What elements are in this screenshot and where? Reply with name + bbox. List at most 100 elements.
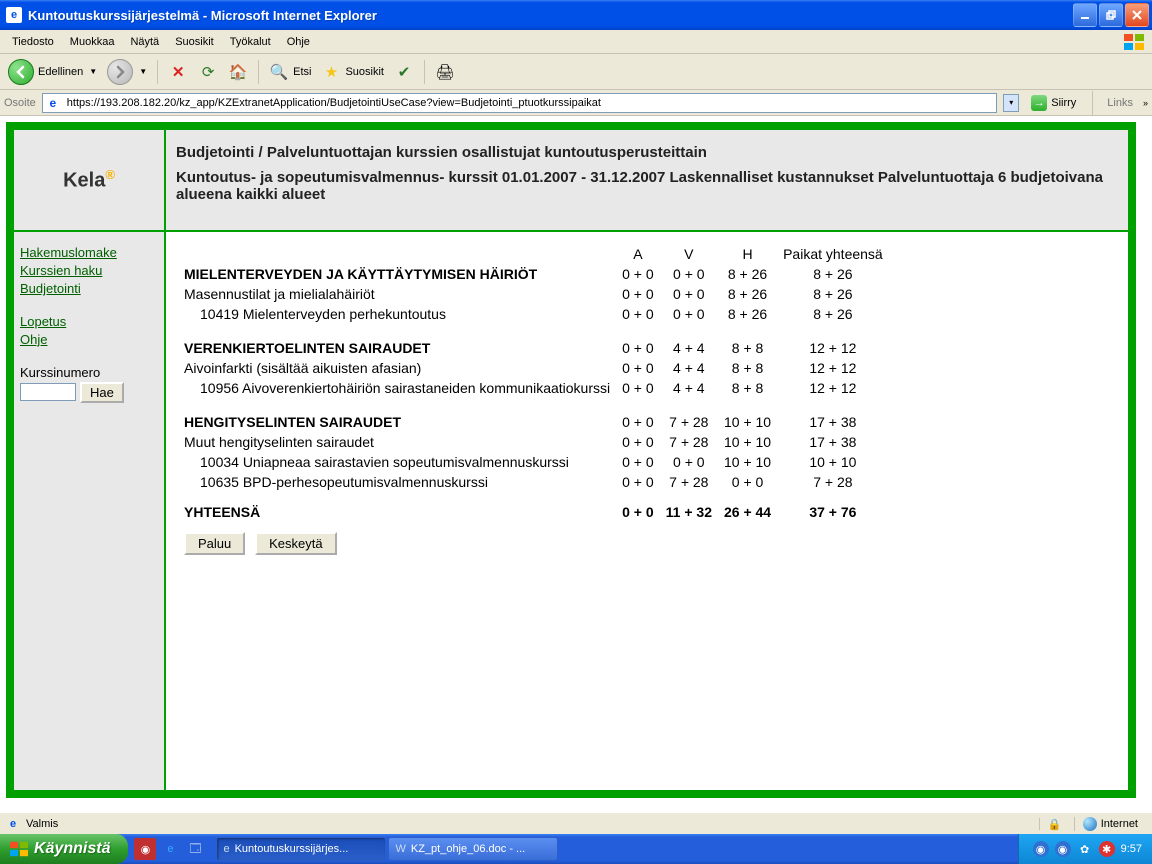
links-label[interactable]: Links [1103, 97, 1137, 109]
row-value: 0 + 0 [622, 492, 666, 522]
menu-muokkaa[interactable]: Muokkaa [62, 33, 123, 51]
back-arrow-icon [8, 59, 34, 85]
row-label: 10034 Uniapneaa sairastavien sopeutumisv… [184, 452, 622, 472]
row-value: 8 + 26 [783, 304, 895, 324]
page-title-line2: Kuntoutus- ja sopeutumisvalmennus- kurss… [176, 169, 1118, 203]
row-label: Muut hengityselinten sairaudet [184, 432, 622, 452]
address-input-wrap: e [42, 93, 997, 113]
row-value: 7 + 28 [666, 412, 724, 432]
ie-app-icon: e [6, 7, 22, 23]
forward-button[interactable]: ▼ [103, 58, 151, 86]
row-value: 7 + 28 [666, 432, 724, 452]
nav-hakemuslomake[interactable]: Hakemuslomake [20, 244, 158, 262]
row-value: 0 + 0 [622, 432, 666, 452]
favorites-label: Suosikit [345, 66, 384, 78]
main-content: A V H Paikat yhteensä MIELENTERVEYDEN JA… [166, 232, 1128, 790]
row-label: YHTEENSÄ [184, 492, 622, 522]
row-label: 10419 Mielenterveyden perhekuntoutus [184, 304, 622, 324]
address-input[interactable] [65, 96, 994, 110]
logo-cell: Kela® [14, 130, 166, 230]
globe-icon [1083, 817, 1097, 831]
kela-logo: Kela® [63, 167, 115, 193]
home-button[interactable]: 🏠 [224, 58, 252, 86]
menu-bar: Tiedosto Muokkaa Näytä Suosikit Työkalut… [0, 30, 1152, 54]
status-text: Valmis [26, 818, 58, 830]
row-value: 0 + 0 [622, 304, 666, 324]
address-label: Osoite [4, 97, 36, 109]
row-value: 8 + 26 [724, 264, 783, 284]
col-v: V [666, 244, 724, 264]
star-icon: ★ [321, 62, 341, 82]
print-button[interactable]: 🖨 [431, 58, 459, 86]
stop-icon: ✕ [168, 62, 188, 82]
row-value: 10 + 10 [783, 452, 895, 472]
status-bar: e Valmis 🔒 Internet [0, 812, 1152, 834]
window-restore-button[interactable] [1099, 3, 1123, 27]
window-minimize-button[interactable] [1073, 3, 1097, 27]
row-value: 12 + 12 [783, 338, 895, 358]
row-value: 26 + 44 [724, 492, 783, 522]
row-value: 0 + 0 [622, 284, 666, 304]
stop-button[interactable]: ✕ [164, 58, 192, 86]
toolbar-separator [258, 60, 259, 84]
navigation-toolbar: Edellinen ▼ ▼ ✕ ⟳ 🏠 🔍Etsi ★ Suosikit ✔ 🖨 [0, 54, 1152, 90]
tray-icon-4[interactable]: ✱ [1099, 841, 1115, 857]
keskeyta-button[interactable]: Keskeytä [255, 532, 336, 555]
taskbar-item-label: Kuntoutuskurssijärjes... [235, 843, 349, 855]
tray-icon-3[interactable]: ✿ [1077, 841, 1093, 857]
nav-ohje[interactable]: Ohje [20, 331, 158, 349]
start-button[interactable]: Käynnistä [0, 834, 128, 864]
tray-icon-2[interactable]: ◉ [1055, 841, 1071, 857]
menu-nayta[interactable]: Näytä [122, 33, 167, 51]
tray-icon-1[interactable]: ◉ [1033, 841, 1049, 857]
taskbar-item-label: KZ_pt_ohje_06.doc - ... [411, 843, 525, 855]
kurssinumero-label: Kurssinumero [20, 365, 158, 380]
row-value: 0 + 0 [622, 358, 666, 378]
menu-suosikit[interactable]: Suosikit [167, 33, 222, 51]
favorites-button[interactable]: ★ Suosikit [317, 58, 388, 86]
menu-tyokalut[interactable]: Työkalut [222, 33, 279, 51]
window-title: Kuntoutuskurssijärjestelmä - Microsoft I… [28, 8, 377, 23]
nav-kurssien-haku[interactable]: Kurssien haku [20, 262, 158, 280]
col-paikat: Paikat yhteensä [783, 244, 895, 264]
nav-lopetus[interactable]: Lopetus [20, 313, 158, 331]
row-value: 0 + 0 [666, 452, 724, 472]
row-value: 37 + 76 [783, 492, 895, 522]
row-label: 10635 BPD-perhesopeutumisvalmennuskurssi [184, 472, 622, 492]
table-row: 10956 Aivoverenkiertohäiriön sairastanei… [184, 378, 895, 398]
history-button[interactable]: ✔ [390, 58, 418, 86]
taskbar-item-ie[interactable]: e Kuntoutuskurssijärjes... [216, 837, 386, 861]
address-dropdown-button[interactable]: ▾ [1003, 94, 1019, 112]
search-button[interactable]: 🔍Etsi [265, 58, 315, 86]
tray-clock[interactable]: 9:57 [1121, 843, 1142, 855]
hae-button[interactable]: Hae [80, 382, 124, 403]
row-label: 10956 Aivoverenkiertohäiriön sairastanei… [184, 378, 622, 398]
browser-viewport[interactable]: Kela® Budjetointi / Palveluntuottajan ku… [0, 116, 1152, 812]
taskbar-item-word[interactable]: W KZ_pt_ohje_06.doc - ... [388, 837, 558, 861]
nav-budjetointi[interactable]: Budjetointi [20, 280, 158, 298]
ql-item-1[interactable]: ◉ [134, 838, 156, 860]
row-value: 0 + 0 [622, 338, 666, 358]
row-value: 0 + 0 [622, 412, 666, 432]
forward-arrow-icon [107, 59, 133, 85]
back-button[interactable]: Edellinen ▼ [4, 58, 101, 86]
ql-ie-icon[interactable]: e [159, 838, 181, 860]
row-value: 8 + 8 [724, 338, 783, 358]
go-button[interactable]: → Siirry [1025, 93, 1082, 113]
ql-desktop-icon[interactable]: 🗔 [184, 838, 206, 860]
budget-table: A V H Paikat yhteensä MIELENTERVEYDEN JA… [184, 244, 895, 522]
kurssinumero-input[interactable] [20, 383, 76, 401]
paluu-button[interactable]: Paluu [184, 532, 245, 555]
row-value: 0 + 0 [622, 472, 666, 492]
menu-ohje[interactable]: Ohje [279, 33, 318, 51]
refresh-button[interactable]: ⟳ [194, 58, 222, 86]
go-label: Siirry [1051, 97, 1076, 109]
row-value: 12 + 12 [783, 378, 895, 398]
links-expand-icon[interactable]: » [1143, 98, 1148, 108]
row-value: 0 + 0 [724, 472, 783, 492]
menu-tiedosto[interactable]: Tiedosto [4, 33, 62, 51]
table-row: 10635 BPD-perhesopeutumisvalmennuskurssi… [184, 472, 895, 492]
back-label: Edellinen [38, 66, 83, 78]
window-close-button[interactable] [1125, 3, 1149, 27]
column-header-row: A V H Paikat yhteensä [184, 244, 895, 264]
